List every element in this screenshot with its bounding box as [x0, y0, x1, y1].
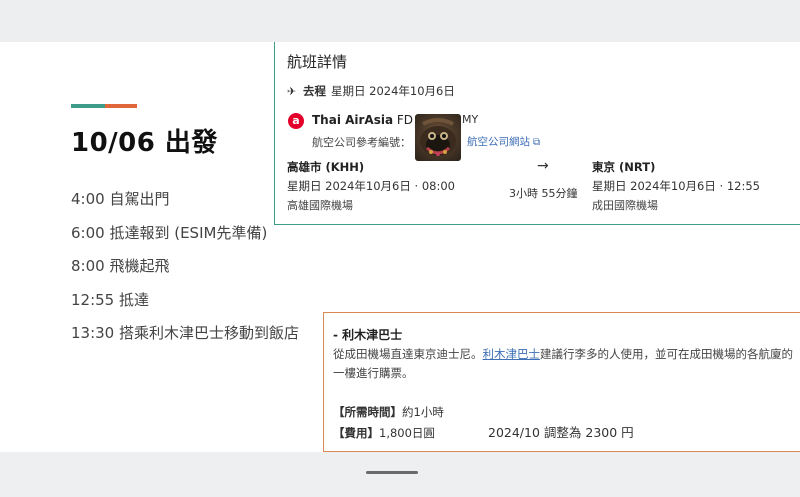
airline-suffix: MY [462, 113, 479, 126]
airline-ref-label: 航空公司參考編號： [312, 136, 411, 149]
accent-bar-teal [71, 104, 105, 108]
bottom-drag-handle[interactable] [366, 471, 418, 474]
departure-city: 高雄市 (KHH) [287, 160, 365, 174]
flight-duration: 3小時 55分鐘 [509, 187, 578, 200]
day-title: 10/06 出發 [71, 128, 218, 158]
airasia-logo-icon: a [288, 113, 304, 129]
accent-bar-orange [105, 104, 137, 108]
limousine-bus-link[interactable]: 利木津巴士 [483, 347, 541, 361]
timeline-item: 12:55 抵達 [71, 290, 149, 309]
arrival-airport: 成田國際機場 [592, 199, 658, 212]
departure-datetime: 星期日 2024年10月6日 · 08:00 [287, 179, 455, 193]
bottom-bar [0, 452, 800, 497]
bus-fee-label: 【費用】 [333, 426, 379, 440]
timeline-item: 13:30 搭乘利木津巴士移動到飯店 [71, 324, 299, 342]
bus-time-label: 【所需時間】 [333, 405, 402, 419]
limousine-bus-card: - 利木津巴士 從成田機場直達東京迪士尼。利木津巴士建議行李多的人使用，並可在成… [323, 312, 800, 452]
flight-leg-header: ✈ 去程 星期日 2024年10月6日 [287, 83, 455, 99]
bus-description: 從成田機場直達東京迪士尼。利木津巴士建議行李多的人使用，並可在成田機場的各航廈的… [333, 345, 798, 383]
airline-name-text: Thai AirAsia [312, 113, 394, 127]
top-band [0, 0, 800, 42]
external-link-icon[interactable]: ⧉ [533, 137, 540, 148]
timeline-item: 4:00 自駕出門 [71, 190, 170, 208]
bus-fee: 【費用】1,800日圓 [333, 425, 435, 441]
plane-departure-icon: ✈ [287, 85, 297, 98]
arrow-right-icon: → [537, 158, 549, 174]
bus-price-note: 2024/10 調整為 2300 円 [488, 425, 634, 440]
flight-card-title: 航班詳情 [287, 53, 348, 71]
creature-photo-icon [420, 118, 456, 156]
bus-fee-value: 1,800日圓 [379, 426, 435, 440]
bus-duration: 【所需時間】約1小時 [333, 404, 444, 420]
leg-label: 去程 [303, 84, 326, 98]
timeline-item: 8:00 飛機起飛 [71, 257, 170, 275]
bus-title: - 利木津巴士 [333, 328, 403, 342]
timeline-item: 6:00 抵達報到 (ESIM先準備) [71, 223, 268, 242]
arrival-datetime: 星期日 2024年10月6日 · 12:55 [592, 179, 760, 193]
airline-website-link[interactable]: 航空公司網站 ⧉ [467, 134, 540, 149]
bus-desc-before: 從成田機場直達東京迪士尼。 [333, 347, 483, 361]
bus-time-value: 約1小時 [402, 405, 444, 419]
itinerary-timeline: 4:00 自駕出門 6:00 抵達報到 (ESIM先準備) 8:00 飛機起飛 … [71, 189, 299, 357]
leg-date: 星期日 2024年10月6日 [331, 84, 455, 98]
airline-website-link-text[interactable]: 航空公司網站 [467, 136, 530, 148]
arrival-city: 東京 (NRT) [592, 160, 656, 174]
flight-details-card: 航班詳情 ✈ 去程 星期日 2024年10月6日 a Thai AirAsia FD… [274, 42, 800, 225]
departure-airport: 高雄國際機場 [287, 199, 353, 212]
pasted-photo [415, 114, 461, 161]
